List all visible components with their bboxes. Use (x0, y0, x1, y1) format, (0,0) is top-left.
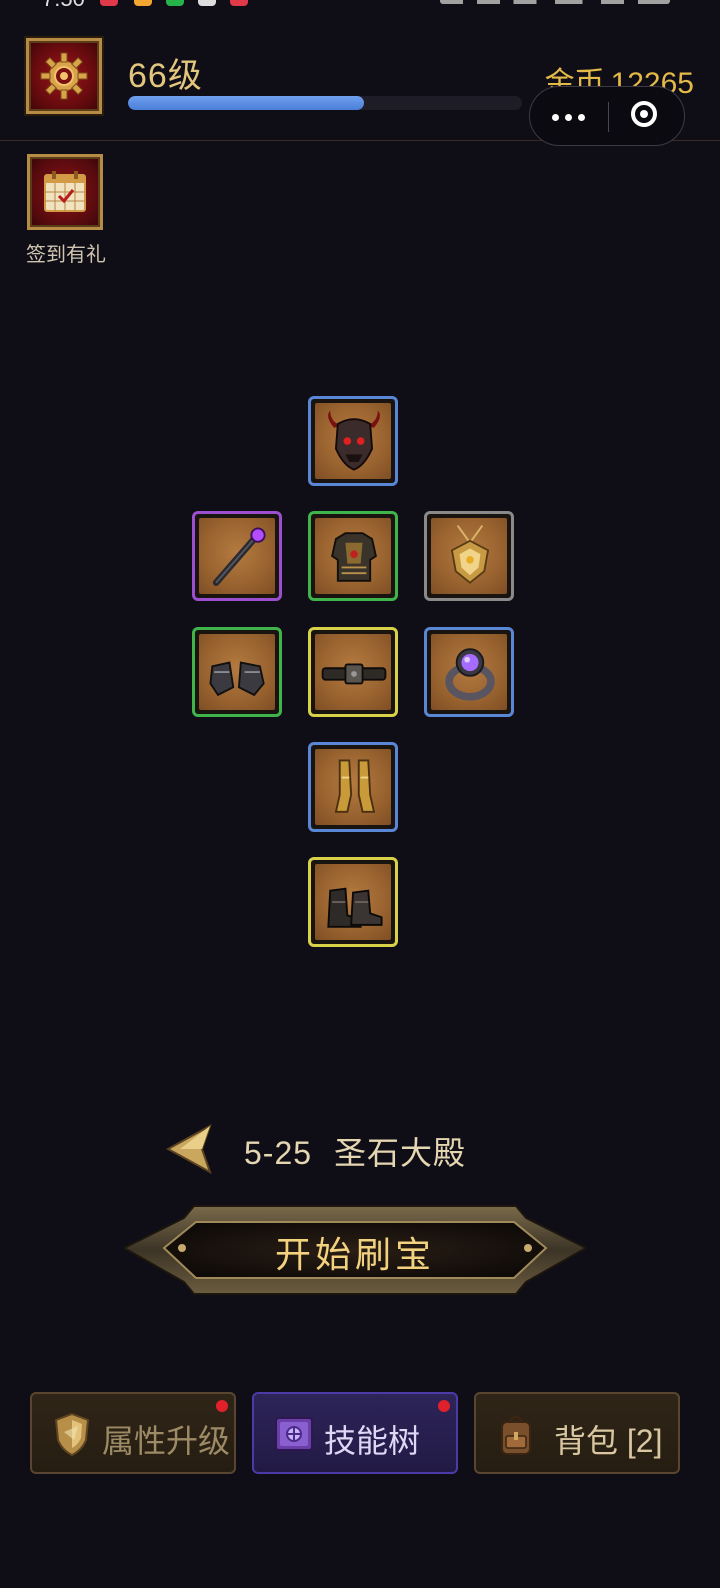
gear-icon (40, 52, 88, 100)
equipment-slot-ring[interactable] (424, 627, 514, 717)
start-button-label: 开始刷宝 (274, 1234, 435, 1275)
notification-badge (438, 1400, 450, 1412)
greaves-icon (334, 759, 376, 813)
backpack-icon (501, 1415, 531, 1455)
demon-helmet-icon (328, 410, 380, 471)
notification-badge (216, 1400, 228, 1412)
equipment-slot-weapon[interactable] (192, 511, 282, 601)
equipment-slot-belt[interactable] (308, 627, 398, 717)
calendar-icon (27, 154, 103, 230)
checkin-label: 签到有礼 (26, 244, 106, 266)
xp-bar (128, 96, 522, 110)
equipment-slot-frame (199, 518, 275, 594)
tab-attribute-label: 属性升级 (102, 1423, 231, 1459)
start-farming-button[interactable]: 开始刷宝 (124, 1200, 586, 1300)
stage-code: 5-25 (244, 1135, 313, 1171)
equipment-slot-frame (431, 634, 507, 710)
settings-button[interactable] (26, 38, 102, 114)
chest-armor-icon (331, 532, 377, 582)
miniprogram-capsule (529, 86, 685, 146)
equipment-slot-legs[interactable] (308, 742, 398, 832)
equipment-slot-frame (315, 864, 391, 940)
stage-name: 圣石大殿 (334, 1135, 467, 1171)
equipment-slot-armor[interactable] (308, 511, 398, 601)
boots-icon (327, 887, 383, 928)
equipment-slot-helmet[interactable] (308, 396, 398, 486)
player-level: 66级 (128, 57, 203, 95)
belt-icon (321, 663, 387, 685)
previous-stage-button[interactable] (166, 1124, 212, 1174)
equipment-slot-frame (315, 518, 391, 594)
tab-skill-label: 技能树 (324, 1423, 421, 1459)
more-menu-button[interactable] (530, 87, 608, 147)
tab-backpack[interactable]: 背包 [2] (474, 1392, 680, 1474)
checkin-reward[interactable]: 签到有礼 (18, 154, 114, 267)
equipment-slot-frame (315, 749, 391, 825)
tab-skill-tree[interactable]: 技能树 (252, 1392, 458, 1474)
stage-selector: 5-25 圣石大殿 (0, 1120, 720, 1180)
stage-info: 5-25 圣石大殿 (244, 1128, 466, 1174)
tab-attribute-upgrade[interactable]: 属性升级 (30, 1392, 236, 1474)
tab-backpack-label: 背包 [2] (554, 1423, 663, 1459)
equipment-slot-frame (315, 634, 391, 710)
equipment-slot-frame (315, 403, 391, 479)
status-bar: 7:50 (0, 0, 720, 12)
gauntlets-icon (209, 661, 265, 697)
status-time: 7:50 (42, 0, 85, 12)
equipment-slot-amulet[interactable] (424, 511, 514, 601)
shield-icon (54, 1412, 90, 1457)
close-miniprogram-button[interactable] (609, 87, 686, 147)
target-icon (631, 101, 657, 127)
amulet-icon (450, 525, 490, 584)
equipment-slot-frame (199, 634, 275, 710)
xp-bar-fill (128, 96, 365, 110)
staff-icon (212, 527, 266, 587)
equipment-slot-boots[interactable] (308, 857, 398, 947)
ring-icon (445, 648, 495, 701)
system-icons (440, 0, 670, 4)
spellbook-icon (275, 1417, 313, 1451)
equipment-slot-frame (431, 518, 507, 594)
equipment-slot-gloves[interactable] (192, 627, 282, 717)
